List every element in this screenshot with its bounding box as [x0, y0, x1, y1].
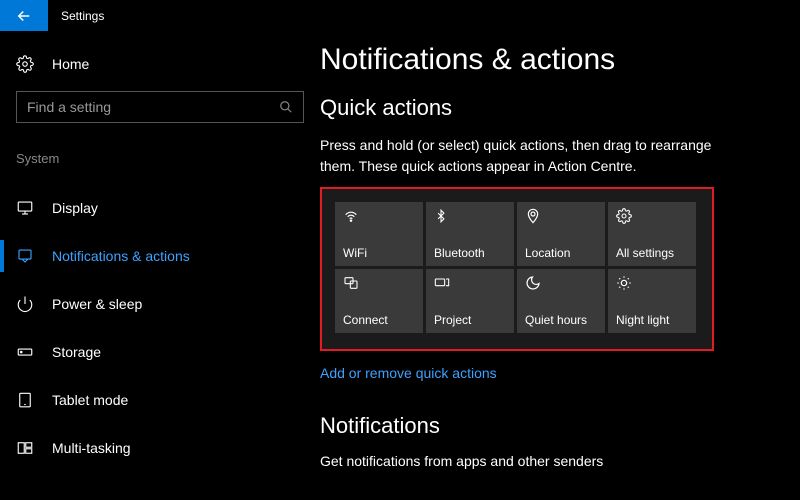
tile-wifi[interactable]: WiFi	[335, 202, 423, 266]
quick-actions-highlight: WiFi Bluetooth Location	[320, 187, 714, 351]
tile-label: Bluetooth	[434, 246, 506, 260]
sidebar: Home System Display Notifications & acti…	[0, 31, 320, 500]
window-title: Settings	[61, 9, 104, 23]
group-header: System	[16, 151, 304, 166]
page-title: Notifications & actions	[320, 43, 800, 77]
tile-label: Connect	[343, 313, 415, 327]
nav-item-notifications[interactable]: Notifications & actions	[0, 232, 320, 280]
search-input[interactable]	[27, 99, 279, 115]
nav-item-power[interactable]: Power & sleep	[0, 280, 320, 328]
tile-label: All settings	[616, 246, 688, 260]
tile-project[interactable]: Project	[426, 269, 514, 333]
location-icon	[525, 208, 597, 224]
tile-quiet-hours[interactable]: Quiet hours	[517, 269, 605, 333]
tile-night-light[interactable]: Night light	[608, 269, 696, 333]
power-icon	[16, 295, 34, 313]
tile-label: Night light	[616, 313, 688, 327]
moon-icon	[525, 275, 597, 291]
home-link[interactable]: Home	[16, 55, 304, 73]
gear-icon	[16, 55, 34, 73]
nav-item-storage[interactable]: Storage	[0, 328, 320, 376]
quick-actions-title: Quick actions	[320, 95, 800, 121]
arrow-left-icon	[15, 7, 33, 25]
monitor-icon	[16, 199, 34, 217]
notification-icon	[16, 247, 34, 265]
connect-icon	[343, 275, 415, 291]
tile-all-settings[interactable]: All settings	[608, 202, 696, 266]
storage-icon	[16, 343, 34, 361]
search-icon	[279, 100, 293, 114]
home-label: Home	[52, 56, 89, 72]
back-button[interactable]	[0, 0, 48, 31]
title-bar: Settings	[0, 0, 800, 31]
tile-bluetooth[interactable]: Bluetooth	[426, 202, 514, 266]
nav-label: Multi-tasking	[52, 440, 131, 456]
multitasking-icon	[16, 439, 34, 457]
nav-item-multitasking[interactable]: Multi-tasking	[0, 424, 320, 472]
tile-label: Location	[525, 246, 597, 260]
gear-icon	[616, 208, 688, 224]
notifications-desc: Get notifications from apps and other se…	[320, 453, 800, 469]
nav-label: Display	[52, 200, 98, 216]
content-area: Notifications & actions Quick actions Pr…	[320, 31, 800, 500]
nav-label: Notifications & actions	[52, 248, 190, 264]
tile-connect[interactable]: Connect	[335, 269, 423, 333]
notifications-title: Notifications	[320, 413, 800, 439]
nav-label: Tablet mode	[52, 392, 128, 408]
project-icon	[434, 275, 506, 291]
quick-actions-grid: WiFi Bluetooth Location	[325, 192, 706, 343]
nav-label: Power & sleep	[52, 296, 142, 312]
nav-item-display[interactable]: Display	[0, 184, 320, 232]
quick-actions-desc: Press and hold (or select) quick actions…	[320, 135, 740, 177]
add-remove-link[interactable]: Add or remove quick actions	[320, 365, 497, 381]
sun-icon	[616, 275, 688, 291]
nav-item-tablet[interactable]: Tablet mode	[0, 376, 320, 424]
wifi-icon	[343, 208, 415, 224]
search-box[interactable]	[16, 91, 304, 123]
bluetooth-icon	[434, 208, 506, 224]
tablet-icon	[16, 391, 34, 409]
tile-label: Quiet hours	[525, 313, 597, 327]
tile-location[interactable]: Location	[517, 202, 605, 266]
tile-label: Project	[434, 313, 506, 327]
tile-label: WiFi	[343, 246, 415, 260]
nav-label: Storage	[52, 344, 101, 360]
